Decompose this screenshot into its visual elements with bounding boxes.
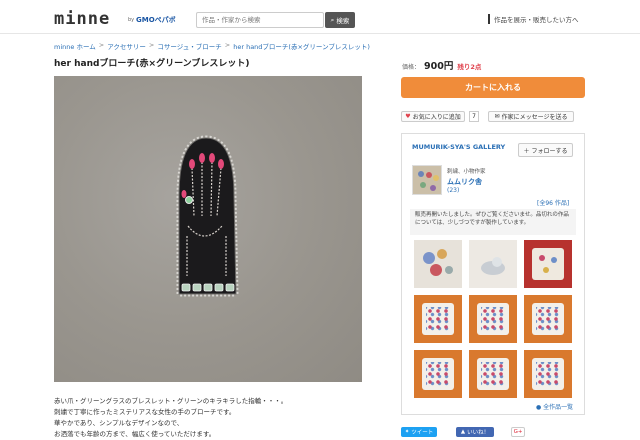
site-logo[interactable]: minne <box>54 9 110 29</box>
add-to-cart-button[interactable]: カートに入れる <box>401 77 585 98</box>
gallery-thumbnail[interactable] <box>414 295 462 343</box>
breadcrumb-brooch[interactable]: コサージュ・ブローチ <box>157 41 221 51</box>
tweet-button[interactable]: ✦ ツイート <box>401 427 437 437</box>
follow-label: フォローする <box>531 147 568 155</box>
heart-icon: ♥ <box>405 113 411 120</box>
message-label: 作家にメッセージを送る <box>501 114 568 121</box>
breadcrumb-accessories[interactable]: アクセサリー <box>107 41 146 51</box>
gallery-thumbnail[interactable] <box>524 295 572 343</box>
search-icon: ⌕ <box>330 15 335 24</box>
gallery-thumbnail[interactable] <box>469 295 517 343</box>
breadcrumb-home[interactable]: minne ホーム <box>54 41 96 51</box>
price-label: 価格： <box>402 64 421 71</box>
gallery-thumbnail[interactable] <box>414 240 462 288</box>
tweet-label: ツイート <box>411 430 434 436</box>
price-value: 900円 <box>424 61 454 72</box>
breadcrumb-separator: > <box>148 41 155 49</box>
gallery-thumbnail[interactable] <box>469 350 517 398</box>
product-title: her handブローチ(赤×グリーンブレスレット) <box>54 59 250 69</box>
breadcrumb-current[interactable]: her handブローチ(赤×グリーンブレスレット) <box>233 41 370 51</box>
search-button-label: 検索 <box>336 17 350 25</box>
breadcrumb: minne ホーム > アクセサリー > コサージュ・ブローチ > her ha… <box>54 41 370 51</box>
price-row: 価格： 900円 残り2点 <box>402 58 481 72</box>
gallery-thumbnails <box>414 240 576 398</box>
facebook-like-button[interactable]: ▲ いいね！ <box>456 427 494 437</box>
site-header: minne by GMOペパボ ⌕ 検索 作品を展示・販売したい方へ <box>0 0 640 34</box>
avatar-image <box>413 166 441 194</box>
gallery-title[interactable]: MUMURIK-SYA'S GALLERY <box>412 143 505 151</box>
seller-info-link[interactable]: 作品を展示・販売したい方へ <box>488 14 579 24</box>
plus-icon: ＋ <box>523 147 530 155</box>
artist-works-count[interactable]: [全96 作品] <box>537 198 569 207</box>
gallery-thumbnail[interactable] <box>414 350 462 398</box>
brooch-illustration <box>176 135 239 297</box>
search-input[interactable] <box>196 12 324 28</box>
breadcrumb-separator: > <box>224 41 231 49</box>
artist-name[interactable]: ムムリク舎 <box>447 177 482 187</box>
google-plus-button[interactable]: G+ <box>511 427 525 437</box>
product-description: 赤い爪・グリーングラスのブレスレット・グリーンのキラキラした指輪・・・。 刺繍で… <box>54 396 287 440</box>
gallery-thumbnail[interactable] <box>524 350 572 398</box>
gmo-logo: GMOペパボ <box>136 16 176 24</box>
arrow-circle-icon: ● <box>536 404 542 411</box>
stock-badge: 残り2点 <box>457 63 482 71</box>
description-line: 華やかであり、シンプルなデザインなので、 <box>54 419 184 427</box>
gallery-thumbnail[interactable] <box>469 240 517 288</box>
artist-gallery: MUMURIK-SYA'S GALLERY ＋ フォローする 刺繍、小物作家 ム… <box>401 133 585 415</box>
twitter-icon: ✦ <box>404 429 410 435</box>
description-line: 赤い爪・グリーングラスのブレスレット・グリーンのキラキラした指輪・・・。 <box>54 397 288 405</box>
follow-button[interactable]: ＋ フォローする <box>518 143 573 157</box>
logo-by-text: by <box>128 17 135 23</box>
product-photo[interactable] <box>54 76 362 382</box>
all-works-link[interactable]: ● 全作品一覧 <box>536 402 573 411</box>
favorite-label: お気に入りに追加 <box>412 114 461 121</box>
mail-icon: ✉ <box>494 113 500 120</box>
all-works-label: 全作品一覧 <box>543 404 574 411</box>
breadcrumb-separator: > <box>98 41 105 49</box>
gallery-thumbnail[interactable] <box>524 240 572 288</box>
add-favorite-button[interactable]: ♥ お気に入りに追加 <box>401 111 465 122</box>
favorite-count: 7 <box>469 111 479 122</box>
artist-notice: 販売再開いたしました。ぜひご覧くださいませ。品切れの作品については、少しづつです… <box>410 209 576 235</box>
thumbs-up-icon: ▲ <box>460 429 466 435</box>
artist-role: 刺繍、小物作家 <box>447 169 486 175</box>
artist-avatar[interactable] <box>412 165 442 195</box>
description-line: お洒落でも年齢の方まで、幅広く使っていただけます。 <box>54 430 216 438</box>
artist-review-count[interactable]: (23) <box>447 187 459 194</box>
message-artist-button[interactable]: ✉ 作家にメッセージを送る <box>488 111 574 122</box>
description-line: 刺繍で丁寧に作ったミステリアスな女性の手のブローチです。 <box>54 408 236 416</box>
search-button[interactable]: ⌕ 検索 <box>325 12 355 28</box>
like-label: いいね！ <box>467 430 490 436</box>
